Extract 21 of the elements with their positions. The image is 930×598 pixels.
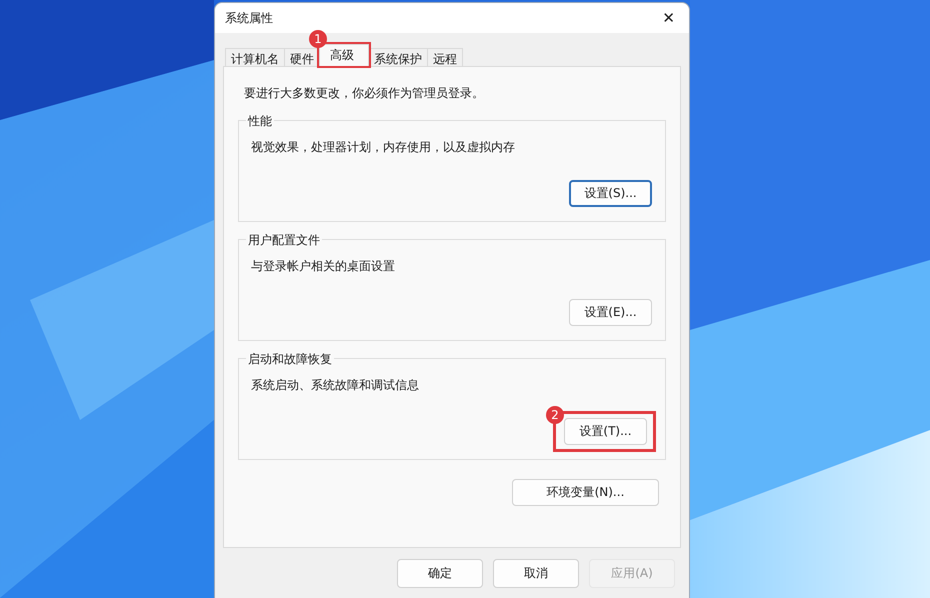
environment-variables-button[interactable]: 环境变量(N)... [512, 479, 659, 506]
settings-button[interactable]: 设置(S)... [569, 180, 652, 207]
tab[interactable]: 高级 [319, 44, 369, 66]
group-title: 启动和故障恢复 [246, 351, 334, 368]
tab[interactable]: 系统保护 [368, 48, 428, 66]
tab[interactable]: 远程 [427, 48, 463, 66]
settings-button[interactable]: 设置(E)... [569, 299, 652, 326]
tab[interactable]: 计算机名 [225, 48, 285, 66]
callout-badge: 2 [546, 406, 564, 424]
tab[interactable]: 硬件 [284, 48, 320, 66]
close-button[interactable]: ✕ [656, 9, 681, 27]
dialog-button[interactable]: 确定 [397, 559, 483, 588]
window-title: 系统属性 [225, 10, 273, 26]
dialog-button[interactable]: 取消 [493, 559, 579, 588]
group-description: 系统启动、系统故障和调试信息 [251, 377, 420, 394]
settings-button[interactable]: 设置(T)... [564, 418, 647, 445]
admin-notice: 要进行大多数更改，你必须作为管理员登录。 [244, 85, 485, 102]
group-title: 性能 [246, 113, 274, 130]
group-description: 视觉效果，处理器计划，内存使用，以及虚拟内存 [251, 139, 516, 156]
group-title: 用户配置文件 [246, 232, 322, 249]
group-description: 与登录帐户相关的桌面设置 [251, 258, 396, 275]
